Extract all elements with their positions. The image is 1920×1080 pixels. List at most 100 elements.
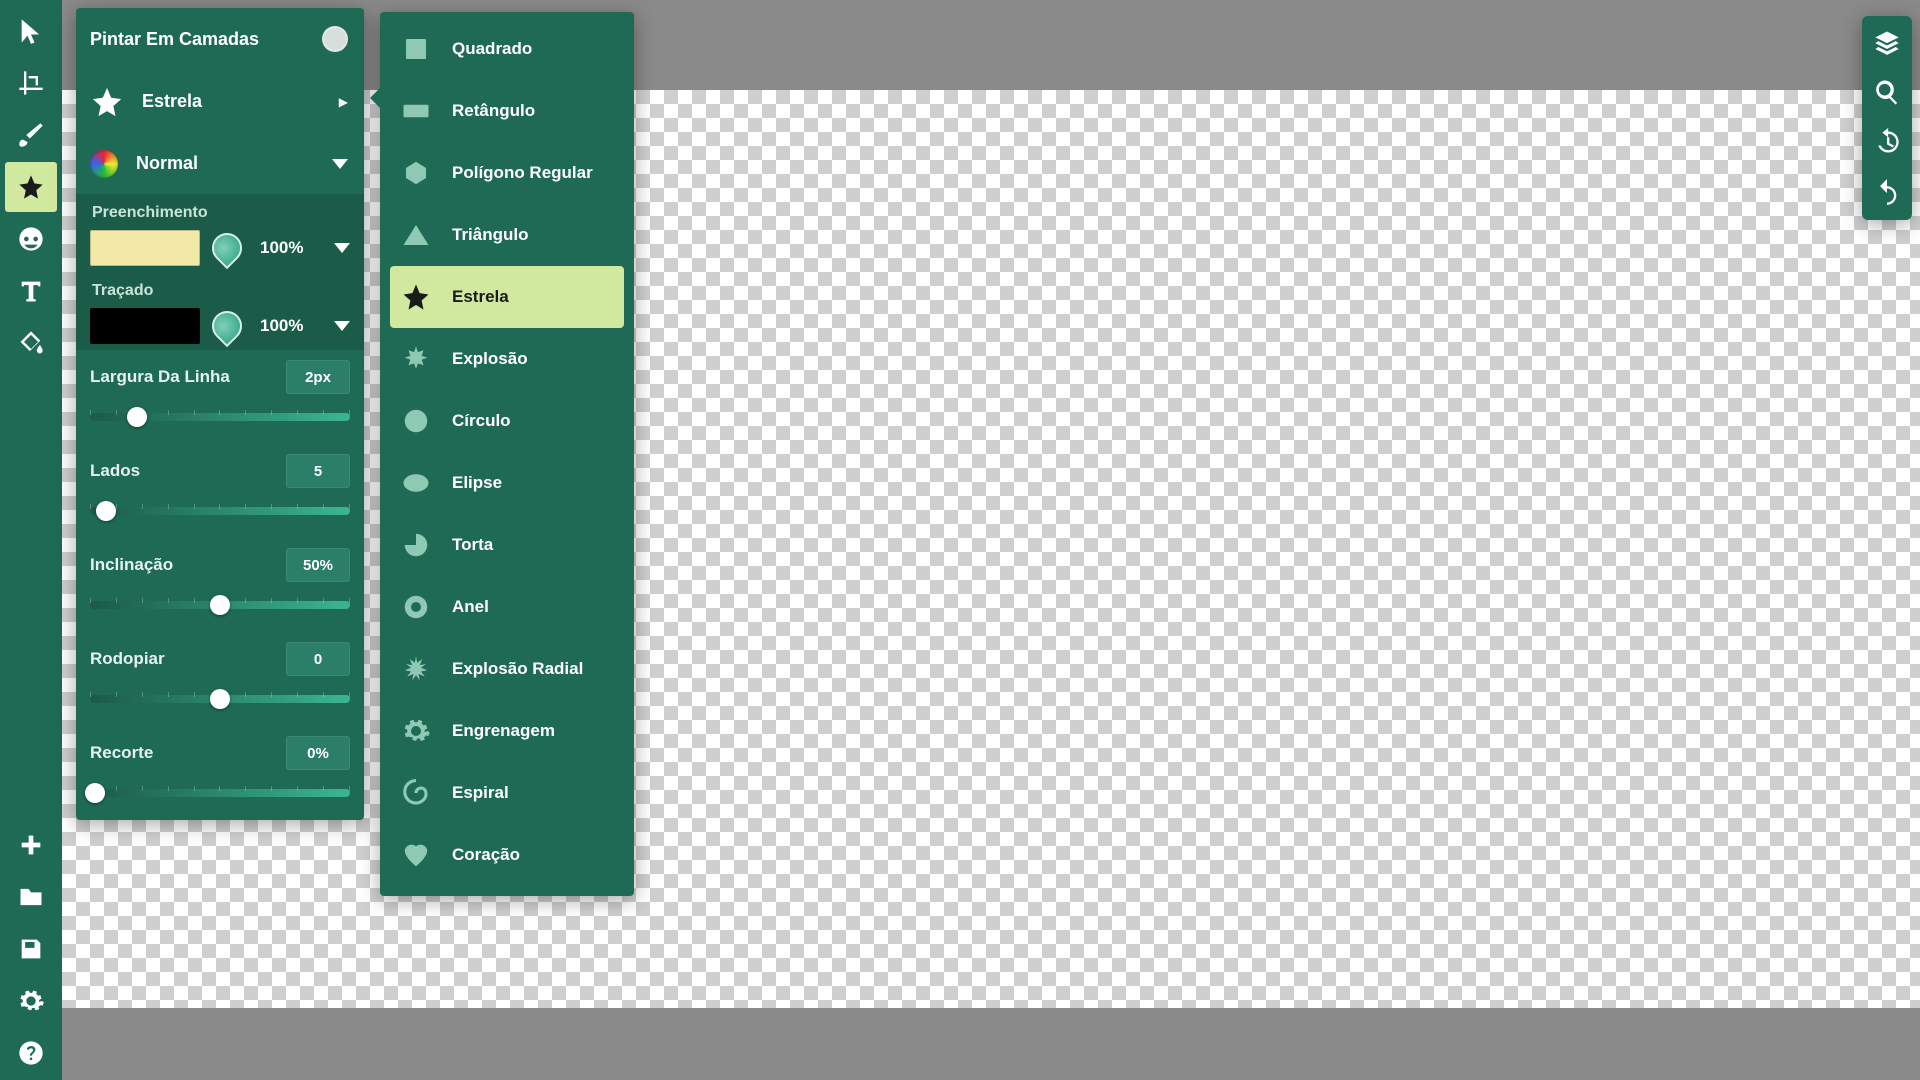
slider-track[interactable]	[90, 784, 350, 802]
stamp-icon	[17, 225, 45, 253]
slider-track[interactable]	[90, 502, 350, 520]
slider-cutout: Recorte 0%	[76, 726, 364, 820]
chevron-down-icon[interactable]	[334, 321, 350, 331]
tool-crop[interactable]	[5, 58, 57, 108]
star-icon	[17, 173, 45, 201]
fill-color-swatch[interactable]	[90, 230, 200, 266]
layers-button[interactable]	[1863, 18, 1911, 66]
stroke-opacity-value: 100%	[260, 316, 303, 336]
slider-value-input[interactable]: 5	[286, 454, 350, 488]
left-toolbar	[0, 0, 62, 1080]
stroke-section: Traçado 100%	[76, 272, 364, 350]
slider-inset: Inclinação 50%	[76, 538, 364, 632]
tool-shape[interactable]	[5, 162, 57, 212]
chevron-right-icon	[339, 93, 348, 111]
ellipse-icon	[400, 467, 432, 499]
pie-icon	[400, 529, 432, 561]
shape-item-label: Polígono Regular	[452, 163, 593, 183]
layers-icon	[1873, 28, 1901, 56]
slider-label: Largura Da Linha	[90, 367, 230, 387]
shape-item-ellipse[interactable]: Elipse	[390, 452, 624, 514]
shape-item-rectangle[interactable]: Retângulo	[390, 80, 624, 142]
shape-item-pie[interactable]: Torta	[390, 514, 624, 576]
new-button[interactable]	[5, 820, 57, 870]
shape-item-label: Estrela	[452, 287, 509, 307]
tool-fill[interactable]	[5, 318, 57, 368]
brush-icon	[17, 121, 45, 149]
square-icon	[400, 33, 432, 65]
shape-item-circle[interactable]: Círculo	[390, 390, 624, 452]
help-button[interactable]	[5, 1028, 57, 1078]
blend-mode-row[interactable]: Normal	[76, 132, 364, 194]
paint-in-layers-label: Pintar Em Camadas	[90, 29, 322, 50]
shape-item-label: Explosão	[452, 349, 528, 369]
slider-value-input[interactable]: 2px	[286, 360, 350, 394]
shape-item-burst[interactable]: Explosão	[390, 328, 624, 390]
gear-icon	[17, 987, 45, 1015]
tool-stamp[interactable]	[5, 214, 57, 264]
text-icon	[17, 277, 45, 305]
regular_polygon-icon	[400, 157, 432, 189]
shape-item-triangle[interactable]: Triângulo	[390, 204, 624, 266]
undo-button[interactable]	[1863, 168, 1911, 216]
blend-mode-label: Normal	[136, 153, 332, 174]
slider-label: Inclinação	[90, 555, 173, 575]
opacity-drop-icon[interactable]	[206, 305, 248, 347]
undo-icon	[1873, 178, 1901, 206]
slider-label: Lados	[90, 461, 140, 481]
shape-item-radial_burst[interactable]: Explosão Radial	[390, 638, 624, 700]
shape-item-spiral[interactable]: Espiral	[390, 762, 624, 824]
shape-item-label: Círculo	[452, 411, 511, 431]
slider-track[interactable]	[90, 596, 350, 614]
shape-item-heart[interactable]: Coração	[390, 824, 624, 886]
right-toolbar	[1862, 16, 1912, 220]
shape-item-label: Espiral	[452, 783, 509, 803]
crop-icon	[17, 69, 45, 97]
shape-item-label: Retângulo	[452, 101, 535, 121]
history-button[interactable]	[1863, 118, 1911, 166]
zoom-button[interactable]	[1863, 68, 1911, 116]
slider-track[interactable]	[90, 408, 350, 426]
folder-icon	[17, 883, 45, 911]
tool-pointer[interactable]	[5, 6, 57, 56]
paint-in-layers-toggle[interactable]	[322, 26, 348, 52]
slider-label: Recorte	[90, 743, 153, 763]
shape-select-row[interactable]: Estrela	[76, 70, 364, 132]
slider-value-input[interactable]: 0	[286, 642, 350, 676]
shape-item-label: Triângulo	[452, 225, 529, 245]
shape-item-square[interactable]: Quadrado	[390, 18, 624, 80]
save-button[interactable]	[5, 924, 57, 974]
open-button[interactable]	[5, 872, 57, 922]
shape-item-label: Coração	[452, 845, 520, 865]
shape-item-star[interactable]: Estrela	[390, 266, 624, 328]
shape-item-gear[interactable]: Engrenagem	[390, 700, 624, 762]
stroke-color-swatch[interactable]	[90, 308, 200, 344]
shape-item-ring[interactable]: Anel	[390, 576, 624, 638]
blend-mode-icon	[90, 150, 118, 178]
slider-line_width: Largura Da Linha 2px	[76, 350, 364, 444]
burst-icon	[400, 343, 432, 375]
fill-opacity-value: 100%	[260, 238, 303, 258]
current-shape-label: Estrela	[142, 91, 329, 112]
shape-item-regular_polygon[interactable]: Polígono Regular	[390, 142, 624, 204]
tool-brush[interactable]	[5, 110, 57, 160]
chevron-down-icon	[332, 159, 348, 169]
slider-value-input[interactable]: 0%	[286, 736, 350, 770]
shape-item-label: Elipse	[452, 473, 502, 493]
history-icon	[1873, 128, 1901, 156]
shape-item-label: Engrenagem	[452, 721, 555, 741]
paint-in-layers-row[interactable]: Pintar Em Camadas	[76, 8, 364, 70]
chevron-down-icon[interactable]	[334, 243, 350, 253]
slider-value-input[interactable]: 50%	[286, 548, 350, 582]
opacity-drop-icon[interactable]	[206, 227, 248, 269]
slider-track[interactable]	[90, 690, 350, 708]
shape-item-label: Quadrado	[452, 39, 532, 59]
settings-button[interactable]	[5, 976, 57, 1026]
slider-sides: Lados 5	[76, 444, 364, 538]
stroke-title: Traçado	[92, 282, 350, 300]
tool-options-panel: Pintar Em Camadas Estrela Normal Preench…	[76, 8, 364, 820]
tool-text[interactable]	[5, 266, 57, 316]
triangle-icon	[400, 219, 432, 251]
ring-icon	[400, 591, 432, 623]
shape-item-label: Anel	[452, 597, 489, 617]
